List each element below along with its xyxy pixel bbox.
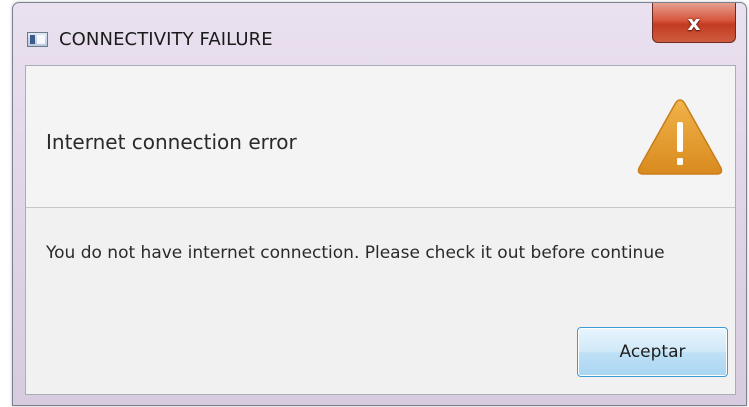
message-text: You do not have internet connection. Ple…: [46, 243, 665, 263]
warning-icon: [637, 99, 723, 175]
header-text: Internet connection error: [46, 130, 297, 154]
window-title: CONNECTIVITY FAILURE: [59, 29, 273, 50]
window-app-icon: [27, 32, 48, 47]
dialog-body: Internet connection error You do not hav…: [25, 65, 736, 395]
dialog-header: Internet connection error: [26, 66, 735, 208]
close-icon: x: [687, 10, 701, 35]
accept-button[interactable]: Aceptar: [577, 327, 728, 377]
title-bar[interactable]: CONNECTIVITY FAILURE: [13, 3, 746, 65]
dialog-window: CONNECTIVITY FAILURE x Internet connecti…: [12, 2, 747, 406]
close-button[interactable]: x: [652, 3, 736, 43]
